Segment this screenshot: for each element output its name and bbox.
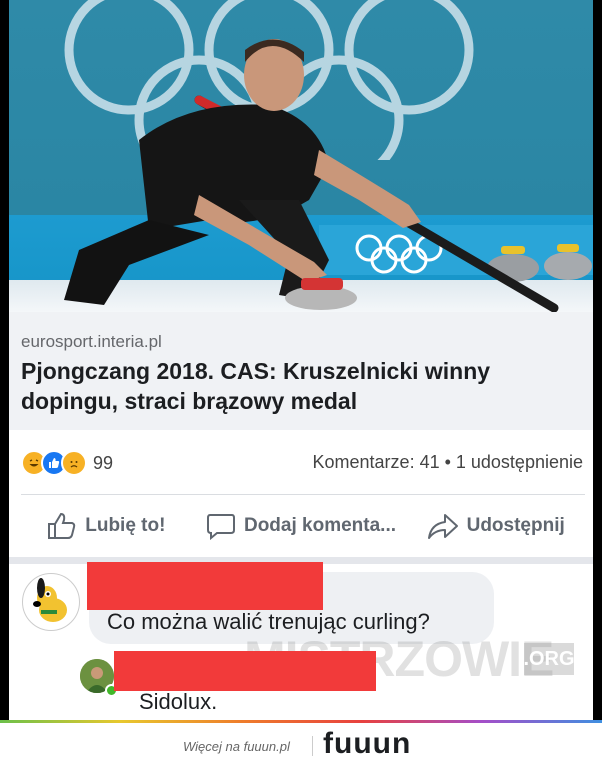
sad-icon bbox=[61, 450, 87, 476]
footer-divider bbox=[312, 736, 313, 756]
redacted-name bbox=[114, 651, 376, 691]
commenter-avatar[interactable] bbox=[22, 573, 80, 631]
footer-link[interactable]: Więcej na fuuun.pl bbox=[183, 739, 290, 754]
footer: Więcej na fuuun.pl fuuun bbox=[0, 723, 602, 765]
share-button[interactable]: Udostępnij bbox=[398, 495, 593, 557]
preview-domain: eurosport.interia.pl bbox=[21, 332, 162, 351]
share-arrow-icon bbox=[427, 514, 458, 539]
speech-bubble-icon bbox=[206, 514, 235, 540]
redacted-name bbox=[87, 562, 323, 610]
share-label: Udostępnij bbox=[466, 515, 565, 536]
link-preview[interactable]: eurosport.interia.pl Pjongczang 2018. CA… bbox=[9, 312, 593, 430]
like-button[interactable]: Lubię to! bbox=[9, 495, 204, 557]
post-image[interactable] bbox=[9, 0, 593, 312]
reply-text: Sidolux. bbox=[139, 689, 218, 714]
preview-headline[interactable]: Pjongczang 2018. CAS: Kruszelnicki winny… bbox=[21, 356, 581, 416]
comment-button[interactable]: Dodaj komenta... bbox=[204, 495, 399, 557]
reactions-bar: 99 Komentarze: 41 • 1 udostępnienie bbox=[9, 430, 593, 494]
post-stats[interactable]: Komentarze: 41 • 1 udostępnienie bbox=[313, 452, 583, 473]
facebook-post-card: eurosport.interia.pl Pjongczang 2018. CA… bbox=[9, 0, 593, 720]
reaction-summary[interactable]: 99 bbox=[21, 450, 113, 476]
fuuun-logo[interactable]: fuuun bbox=[323, 727, 411, 761]
watermark-suffix: .ORG bbox=[523, 643, 575, 675]
post-actions: Lubię to! Dodaj komenta... Udostępnij bbox=[9, 495, 593, 557]
comment-label: Dodaj komenta... bbox=[243, 515, 397, 536]
curler-athlete-image bbox=[64, 39, 559, 312]
thumbs-up-icon bbox=[48, 512, 76, 539]
like-label: Lubię to! bbox=[85, 515, 166, 536]
reaction-count: 99 bbox=[93, 452, 114, 473]
